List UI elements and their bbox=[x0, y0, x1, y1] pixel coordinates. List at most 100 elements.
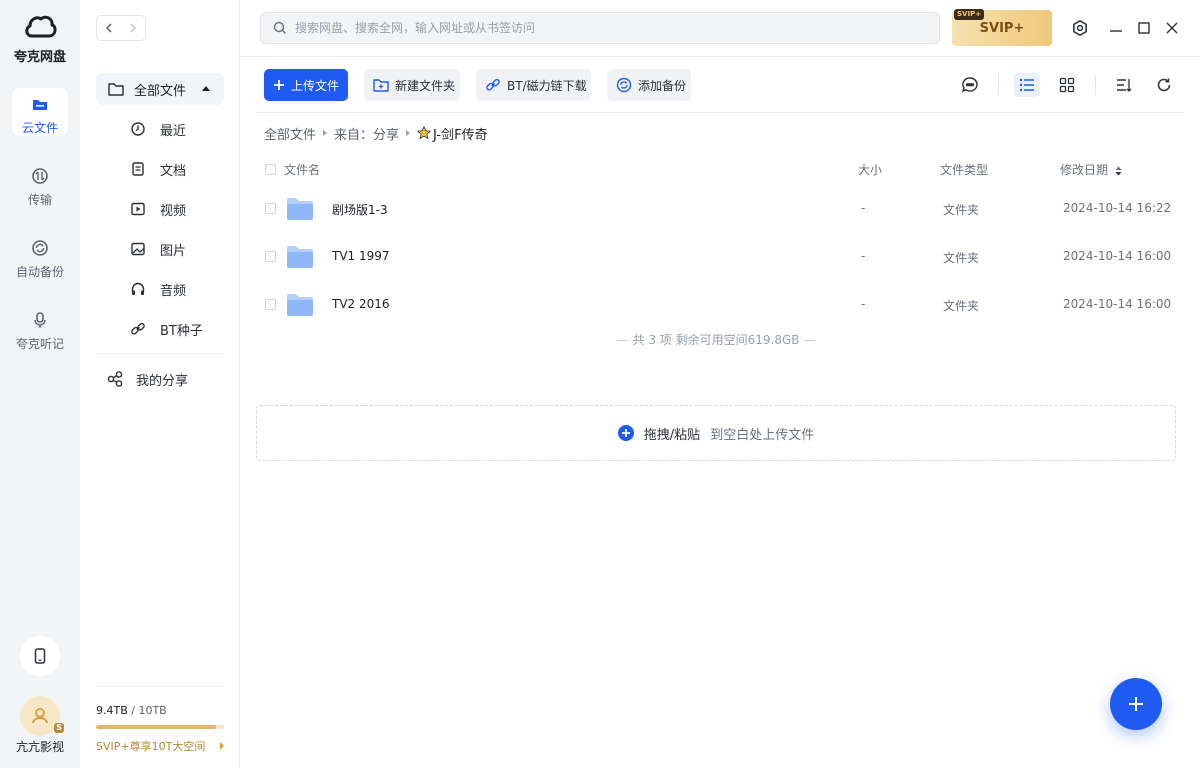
sidebar-item-bt-torrents[interactable]: BT种子 bbox=[130, 318, 203, 340]
rail-item-transfer[interactable]: 传输 bbox=[12, 160, 68, 208]
star-icon bbox=[417, 126, 432, 140]
refresh-button[interactable] bbox=[1154, 75, 1174, 95]
table-row[interactable]: TV1 1997 - 文件夹 2024-10-14 16:00 bbox=[256, 233, 1184, 281]
toolbar-divider bbox=[1095, 75, 1096, 95]
svip-promo-link[interactable]: SVIP+尊享10T大空间 bbox=[96, 738, 224, 754]
new-folder-button[interactable]: 新建文件夹 bbox=[364, 69, 460, 101]
maximize-icon bbox=[1138, 22, 1150, 34]
mobile-device-button[interactable] bbox=[20, 636, 60, 676]
file-date: 2024-10-14 16:00 bbox=[1063, 297, 1172, 311]
table-row[interactable]: 剧场版1-3 - 文件夹 2024-10-14 16:22 bbox=[256, 185, 1184, 233]
image-icon bbox=[131, 242, 145, 256]
file-size: - bbox=[861, 297, 866, 311]
sidebar-item-label: 全部文件 bbox=[134, 83, 187, 99]
add-backup-label: 添加备份 bbox=[638, 78, 687, 93]
upload-dropzone[interactable]: 拖拽/粘贴 到空白处上传文件 bbox=[256, 405, 1176, 461]
forward-button[interactable] bbox=[121, 16, 145, 40]
sidebar-item-label: 图片 bbox=[160, 243, 187, 259]
list-view-button[interactable] bbox=[1014, 73, 1040, 97]
brand: 夸克网盘 bbox=[0, 12, 80, 65]
storage-bar bbox=[96, 725, 224, 729]
column-header-size[interactable]: 大小 bbox=[858, 161, 882, 178]
settings-button[interactable] bbox=[1070, 18, 1090, 38]
column-header-type[interactable]: 文件类型 bbox=[940, 161, 988, 178]
folder-outline-icon bbox=[108, 83, 124, 96]
rail-item-label: 自动备份 bbox=[15, 265, 64, 279]
link-icon bbox=[131, 322, 145, 335]
floating-add-button[interactable] bbox=[1110, 678, 1162, 730]
back-button[interactable] bbox=[97, 16, 121, 40]
upload-label: 上传文件 bbox=[291, 78, 340, 93]
rail-item-label: 云文件 bbox=[21, 121, 58, 135]
file-name: TV1 1997 bbox=[332, 249, 390, 263]
storage-bar-fill bbox=[96, 725, 217, 729]
headphones-icon bbox=[131, 282, 145, 295]
toolbar-divider bbox=[998, 75, 999, 95]
sidebar-item-label: BT种子 bbox=[160, 323, 203, 339]
breadcrumb-root[interactable]: 全部文件 bbox=[264, 124, 316, 143]
svip-badge: S bbox=[54, 723, 64, 733]
transfer-icon bbox=[32, 168, 48, 184]
row-checkbox[interactable] bbox=[265, 299, 276, 310]
search-bar[interactable] bbox=[260, 12, 940, 44]
sort-button[interactable] bbox=[1114, 75, 1134, 95]
breadcrumb-current: J-剑F传奇 bbox=[433, 127, 488, 143]
sidebar-item-label: 最近 bbox=[160, 123, 187, 139]
breadcrumb: 全部文件 来自：分享 J-剑F传奇 bbox=[264, 124, 488, 143]
brand-name: 夸克网盘 bbox=[13, 50, 66, 65]
quota-total: / 10TB bbox=[127, 704, 167, 717]
column-header-date[interactable]: 修改日期 bbox=[1060, 161, 1122, 178]
rail-item-label: 夸克听记 bbox=[15, 337, 64, 351]
file-type: 文件夹 bbox=[943, 251, 980, 265]
rail-item-cloud-files[interactable]: 云文件 bbox=[12, 88, 68, 136]
sidebar-item-documents[interactable]: 文档 bbox=[130, 158, 186, 180]
new-badge-button[interactable] bbox=[960, 75, 980, 95]
breadcrumb-from-share[interactable]: 来自：分享 bbox=[334, 124, 399, 143]
maximize-button[interactable] bbox=[1134, 18, 1154, 38]
avatar[interactable]: S bbox=[20, 696, 64, 736]
add-backup-button[interactable]: 添加备份 bbox=[607, 69, 691, 101]
sidebar-item-videos[interactable]: 视频 bbox=[130, 198, 186, 220]
plus-icon bbox=[273, 79, 285, 91]
sort-caret-icon bbox=[1115, 166, 1122, 175]
svip-button[interactable]: SVIP+ SVIP+ bbox=[952, 9, 1052, 46]
breadcrumb-arrow-icon bbox=[406, 130, 411, 136]
sidebar-divider bbox=[96, 353, 224, 354]
search-input[interactable] bbox=[295, 21, 895, 35]
row-checkbox[interactable] bbox=[265, 251, 276, 262]
svip-label: SVIP+ bbox=[979, 20, 1025, 36]
sidebar-item-images[interactable]: 图片 bbox=[130, 238, 186, 260]
sidebar-item-label: 文档 bbox=[160, 163, 187, 179]
table-row[interactable]: TV2 2016 - 文件夹 2024-10-14 16:00 bbox=[256, 281, 1184, 329]
summary-text: 共 3 项 剩余可用空间619.8GB bbox=[632, 333, 800, 347]
file-type: 文件夹 bbox=[943, 299, 980, 313]
rail-item-auto-backup[interactable]: 自动备份 bbox=[12, 232, 68, 280]
column-header-name[interactable]: 文件名 bbox=[284, 161, 320, 178]
select-all-checkbox[interactable] bbox=[265, 164, 276, 175]
close-icon bbox=[1166, 22, 1178, 34]
sort-icon bbox=[1117, 79, 1132, 92]
grid-view-button[interactable] bbox=[1057, 75, 1077, 95]
file-size: - bbox=[861, 201, 866, 215]
upload-button[interactable]: 上传文件 bbox=[264, 69, 348, 101]
sidebar: 全部文件 最近 文档 视频 图片 音频 BT种子 我的分享 9.4TB / 10… bbox=[80, 0, 240, 768]
file-name: 剧场版1-3 bbox=[332, 203, 388, 217]
sidebar-divider bbox=[96, 686, 224, 687]
sidebar-item-all-files[interactable]: 全部文件 bbox=[96, 73, 224, 105]
close-button[interactable] bbox=[1162, 18, 1182, 38]
breadcrumb-arrow-icon bbox=[323, 130, 328, 136]
minimize-button[interactable] bbox=[1106, 18, 1126, 38]
sidebar-item-audio[interactable]: 音频 bbox=[130, 278, 186, 300]
sidebar-item-label: 视频 bbox=[160, 203, 187, 219]
file-size: - bbox=[861, 249, 866, 263]
sidebar-item-recent[interactable]: 最近 bbox=[130, 118, 186, 140]
row-checkbox[interactable] bbox=[265, 203, 276, 214]
link-icon bbox=[485, 77, 501, 93]
new-folder-label: 新建文件夹 bbox=[395, 78, 456, 93]
rail-item-quark-notes[interactable]: 夸克听记 bbox=[12, 304, 68, 352]
sidebar-item-label: 音频 bbox=[160, 283, 187, 299]
sidebar-item-my-share[interactable]: 我的分享 bbox=[106, 368, 188, 390]
bt-download-button[interactable]: BT/磁力链下载 bbox=[476, 69, 591, 101]
chat-bubble-icon bbox=[961, 77, 978, 93]
chevron-left-icon bbox=[105, 23, 112, 33]
